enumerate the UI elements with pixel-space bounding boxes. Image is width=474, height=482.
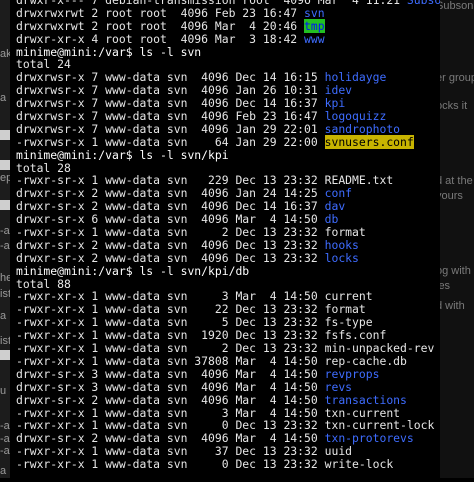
listing-meta: drwxrwsr-x 7 www-data svn 4096 Jan 29 22… (16, 121, 325, 136)
listing-row: drwxr-xr-x 4 root root 4096 Mar 3 18:42 … (10, 31, 440, 46)
file-name: dav (324, 199, 346, 214)
file-name: www (304, 31, 325, 46)
file-name: fsfs.conf (324, 328, 387, 343)
terminal-window[interactable]: drwxr-x--- 7 debian-transmission root 40… (10, 0, 440, 482)
file-name: holidayge (324, 70, 387, 85)
listing-meta: drwxr-sr-x 2 www-data svn 4096 Dec 13 23… (16, 250, 325, 265)
command-prompt-line: minime@mini:/var$ ls -l svn (16, 44, 202, 59)
background-text: -a (0, 240, 10, 252)
background-text: a (0, 310, 7, 322)
background-text: er group (436, 72, 474, 84)
background-text: ocks it (436, 100, 468, 112)
listing-meta: drwxr-sr-x 3 www-data svn 4096 Mar 4 14:… (16, 379, 325, 394)
listing-meta: drwxr-sr-x 6 www-data svn 4096 Mar 4 14:… (16, 212, 325, 227)
file-name: idev (324, 83, 353, 98)
listing-meta: drwxrwsr-x 7 www-data svn 4096 Dec 14 16… (16, 96, 325, 111)
background-text: d at the (436, 175, 473, 187)
listing-meta: drwxr-sr-x 2 www-data svn 4096 Mar 4 14:… (16, 392, 325, 407)
background-text: u (0, 385, 7, 397)
listing-meta: -rwxr-xr-x 1 www-data svn 22 Dec 13 23:3… (16, 302, 325, 317)
file-name: txn-current-lock (324, 418, 435, 433)
listing-meta: drwxrwsr-x 7 www-data svn 4096 Dec 14 16… (16, 70, 325, 85)
background-text: a (0, 465, 7, 477)
background-text: -a (0, 445, 10, 457)
file-name: tmp (304, 18, 325, 33)
background-text: yours (436, 190, 463, 202)
file-name: transactions (324, 392, 407, 407)
file-name: uuid (324, 444, 353, 459)
listing-meta: -rwxr-xr-x 1 www-data svn 3 Mar 4 14:50 (16, 405, 325, 420)
listing-meta: -rwxr-xr-x 1 www-data svn 2 Dec 13 23:32 (16, 341, 325, 356)
file-name: locks (324, 250, 359, 265)
listing-meta: drwxrwsr-x 7 www-data svn 4096 Jan 26 10… (16, 83, 325, 98)
listing-meta: drwxr-sr-x 2 www-data svn 4096 Dec 13 23… (16, 237, 325, 252)
file-name: txn-protorevs (324, 431, 414, 446)
listing-meta: -rwxr-xr-x 1 www-data svn 37 Dec 13 23:3… (16, 444, 325, 459)
background-text: a (0, 92, 7, 104)
file-name: db (324, 212, 339, 227)
file-name: svnusers.conf (324, 134, 414, 149)
file-name: svn (304, 5, 325, 20)
file-name: format (324, 302, 366, 317)
file-name: fs-type (324, 315, 373, 330)
file-name: txn-current (324, 405, 401, 420)
background-text: -a (0, 225, 10, 237)
listing-meta: -rwxr-sr-x 1 www-data svn 2 Dec 13 23:32 (16, 225, 325, 240)
listing-meta: drwxr-sr-x 2 www-data svn 4096 Jan 24 14… (16, 186, 325, 201)
listing-meta: drwxrwxrwt 2 root root 4096 Mar 4 20:46 (16, 18, 305, 33)
listing-meta: -rwxr-xr-x 1 www-data svn 0 Dec 13 23:32 (16, 457, 325, 472)
listing-meta: -rwxr-xr-x 1 www-data svn 37808 Mar 4 14… (16, 353, 325, 368)
listing-meta: -rwxr-xr-x 1 www-data svn 3 Mar 4 14:50 (16, 289, 325, 304)
background-text: -a (0, 433, 10, 445)
command-prompt-line: minime@mini:/var$ ls -l svn/kpi (16, 147, 229, 162)
listing-meta: drwxrwxrwt 2 root root 4096 Feb 23 16:47 (16, 5, 305, 20)
background-text: og with (436, 265, 471, 277)
file-name: sandrophoto (324, 121, 401, 136)
file-name: rep-cache.db (324, 353, 407, 368)
listing-meta: drwxr-sr-x 2 www-data svn 4096 Dec 14 16… (16, 199, 325, 214)
listing-row: -rwxr-xr-x 1 www-data svn 0 Dec 13 23:32… (10, 458, 440, 471)
listing-row: drwxr-sr-x 2 www-data svn 4096 Dec 13 23… (10, 250, 440, 265)
listing-meta: -rwxr-xr-x 1 www-data svn 0 Dec 13 23:32 (16, 418, 325, 433)
file-name: conf (324, 186, 353, 201)
background-text: -a (0, 420, 10, 432)
listing-meta: -rwxr-sr-x 1 www-data svn 229 Dec 13 23:… (16, 173, 325, 188)
background-text: d with (436, 300, 465, 312)
listing-meta: -rwxr-xr-x 1 www-data svn 5 Dec 13 23:32 (16, 315, 325, 330)
file-name: write-lock (324, 457, 394, 472)
file-name: kpi (324, 96, 346, 111)
file-name: logoquizz (324, 109, 387, 124)
listing-meta: drwxr-sr-x 2 www-data svn 4096 Mar 4 14:… (16, 431, 325, 446)
listing-row: -rwxrwsr-x 1 www-data svn 64 Jan 29 22:0… (10, 134, 440, 149)
file-name: min-unpacked-rev (324, 341, 435, 356)
background-document-right: Subsonic er group ocks it d at the yours og w… (434, 0, 474, 478)
file-name: hooks (324, 237, 359, 252)
listing-meta: drwxr-xr-x 4 root root 4096 Mar 3 18:42 (16, 31, 305, 46)
listing-meta: drwxrwsr-x 7 www-data svn 4096 Feb 23 16… (16, 109, 325, 124)
file-name: revprops (324, 366, 380, 381)
background-text: Subsonic (436, 0, 474, 12)
listing-meta: -rwxr-xr-x 1 www-data svn 1920 Dec 13 23… (16, 328, 325, 343)
listing-meta: -rwxrwsr-x 1 www-data svn 64 Jan 29 22:0… (16, 134, 325, 149)
listing-meta: drwxr-sr-x 3 www-data svn 4096 Mar 4 14:… (16, 366, 325, 381)
file-name: Subsonic (406, 0, 440, 7)
file-name: current (324, 289, 373, 304)
file-name: README.txt (324, 173, 394, 188)
command-prompt-line: minime@mini:/var$ ls -l svn/kpi/db (16, 263, 250, 278)
file-name: format (324, 225, 366, 240)
file-name: revs (324, 379, 353, 394)
